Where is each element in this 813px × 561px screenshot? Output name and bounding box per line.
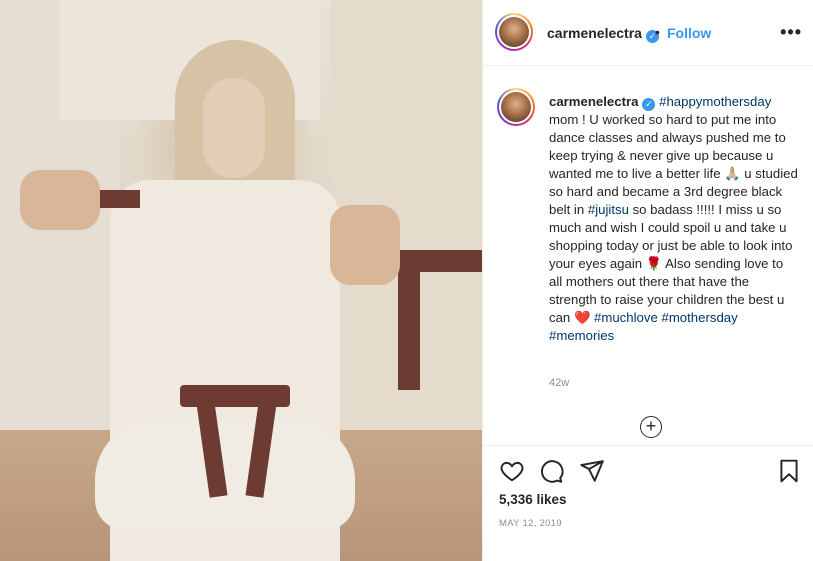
emoji: ❤️: [573, 310, 591, 325]
hashtag-link[interactable]: #mothersday: [661, 310, 737, 325]
caption-text-segment: [738, 310, 742, 325]
photo-knees: [95, 420, 355, 530]
post-photo[interactable]: [0, 0, 482, 561]
photo-hand-right: [330, 205, 400, 285]
hashtag-link[interactable]: #memories: [549, 328, 614, 343]
avatar[interactable]: [495, 13, 533, 51]
post-actions: 5,336 likes MAY 12, 2019: [483, 445, 813, 561]
comment-timestamp[interactable]: 42w: [549, 377, 569, 389]
username-text[interactable]: carmenelectra: [547, 25, 642, 41]
post-header: carmenelectra ✓ • Follow •••: [483, 0, 813, 66]
verified-badge-icon: ✓: [642, 98, 656, 111]
separator-dot: •: [655, 24, 660, 40]
paper-plane-icon[interactable]: [579, 458, 605, 484]
plus-circle-icon[interactable]: +: [640, 416, 662, 438]
likes-count[interactable]: 5,336 likes: [499, 492, 567, 507]
caption-username[interactable]: carmenelectra ✓: [549, 94, 656, 111]
post-side-panel: carmenelectra ✓ • Follow ••• carmenelectr…: [482, 0, 813, 561]
hashtag-link[interactable]: #jujitsu: [588, 202, 629, 217]
caption: carmenelectra ✓ #happymothersday mom ! U …: [549, 93, 799, 345]
bookmark-icon[interactable]: [776, 458, 802, 484]
emoji: 🙏🏼: [724, 166, 741, 181]
photo-face: [203, 78, 265, 178]
follow-button[interactable]: Follow: [667, 25, 711, 41]
caption-text: #happymothersday mom ! U worked so hard …: [549, 94, 801, 343]
emoji: 🌹: [645, 256, 663, 271]
more-options-icon[interactable]: •••: [780, 22, 802, 43]
photo-hand-left: [20, 170, 100, 230]
comment-icon[interactable]: [538, 458, 564, 484]
post-date[interactable]: MAY 12, 2019: [499, 518, 562, 529]
header-username[interactable]: carmenelectra ✓: [547, 25, 659, 43]
heart-icon[interactable]: [499, 458, 525, 484]
caption-avatar[interactable]: [497, 88, 535, 126]
hashtag-link[interactable]: #happymothersday: [659, 94, 771, 109]
photo-belt-right-tail: [398, 250, 420, 390]
hashtag-link[interactable]: #muchlove: [594, 310, 658, 325]
